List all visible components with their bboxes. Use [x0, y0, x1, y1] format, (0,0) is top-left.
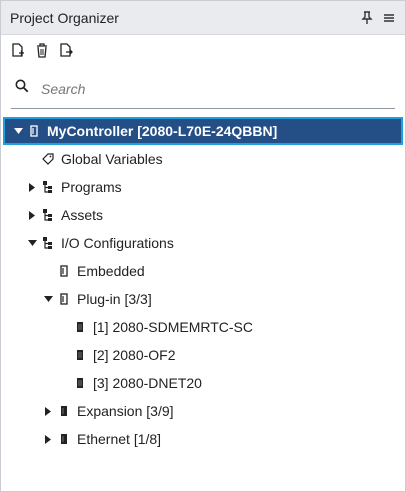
tree-item-io-configurations[interactable]: I/O Configurations — [1, 229, 405, 257]
module-icon — [57, 264, 71, 278]
tree-item-label: Embedded — [77, 263, 145, 279]
tree-item-controller[interactable]: MyController [2080-L70E-24QBBN] — [3, 117, 403, 145]
tree-item-label: I/O Configurations — [61, 235, 174, 251]
plugin-module-icon — [73, 348, 87, 362]
tree-item-assets[interactable]: Assets — [1, 201, 405, 229]
tree-item-programs[interactable]: Programs — [1, 173, 405, 201]
tree-item-embedded[interactable]: Embedded — [1, 257, 405, 285]
plugin-module-icon — [73, 376, 87, 390]
expand-icon[interactable] — [41, 406, 55, 416]
module-icon — [57, 432, 71, 446]
module-icon — [57, 404, 71, 418]
tree-item-plugin-module[interactable]: [1] 2080-SDMEMRTC-SC — [1, 313, 405, 341]
tree-item-plugin-module[interactable]: [2] 2080-OF2 — [1, 341, 405, 369]
search-icon — [15, 79, 29, 98]
tree-item-global-variables[interactable]: Global Variables — [1, 145, 405, 173]
folder-tree-icon — [41, 236, 55, 250]
expand-icon[interactable] — [25, 210, 39, 220]
tree-item-label: Expansion [3/9] — [77, 403, 174, 419]
tree-item-label: [1] 2080-SDMEMRTC-SC — [93, 319, 254, 335]
panel-titlebar: Project Organizer — [1, 1, 405, 35]
collapse-icon[interactable] — [41, 296, 55, 302]
expand-icon[interactable] — [25, 182, 39, 192]
search-box[interactable] — [11, 69, 395, 109]
export-icon[interactable] — [55, 40, 77, 62]
collapse-icon[interactable] — [25, 240, 39, 246]
tree-item-plugin-module[interactable]: [3] 2080-DNET20 — [1, 369, 405, 397]
tree-item-expansion[interactable]: Expansion [3/9] — [1, 397, 405, 425]
panel-title: Project Organizer — [10, 9, 119, 26]
tree-item-label: Global Variables — [61, 151, 163, 167]
toolbar — [1, 35, 405, 67]
plugin-module-icon — [73, 320, 87, 334]
collapse-icon[interactable] — [11, 128, 25, 134]
add-item-icon[interactable] — [7, 40, 29, 62]
pin-icon[interactable] — [359, 10, 375, 26]
project-tree: MyController [2080-L70E-24QBBN] Global V… — [1, 117, 405, 453]
tree-item-label: MyController [2080-L70E-24QBBN] — [47, 123, 278, 139]
controller-icon — [27, 124, 41, 138]
menu-icon[interactable] — [381, 10, 397, 26]
project-organizer-panel: Project Organizer Search MyController [2… — [0, 0, 406, 492]
tree-item-label: Ethernet [1/8] — [77, 431, 162, 447]
folder-tree-icon — [41, 208, 55, 222]
tree-item-label: Programs — [61, 179, 122, 195]
module-icon — [57, 292, 71, 306]
tree-item-plugin[interactable]: Plug-in [3/3] — [1, 285, 405, 313]
search-input[interactable] — [39, 79, 363, 98]
expand-icon[interactable] — [41, 434, 55, 444]
tree-item-label: Plug-in [3/3] — [77, 291, 152, 307]
tag-icon — [41, 152, 55, 166]
tree-item-ethernet[interactable]: Ethernet [1/8] — [1, 425, 405, 453]
tree-item-label: [3] 2080-DNET20 — [93, 375, 202, 391]
delete-icon[interactable] — [31, 40, 53, 62]
tree-item-label: [2] 2080-OF2 — [93, 347, 176, 363]
tree-item-label: Assets — [61, 207, 104, 223]
folder-tree-icon — [41, 180, 55, 194]
